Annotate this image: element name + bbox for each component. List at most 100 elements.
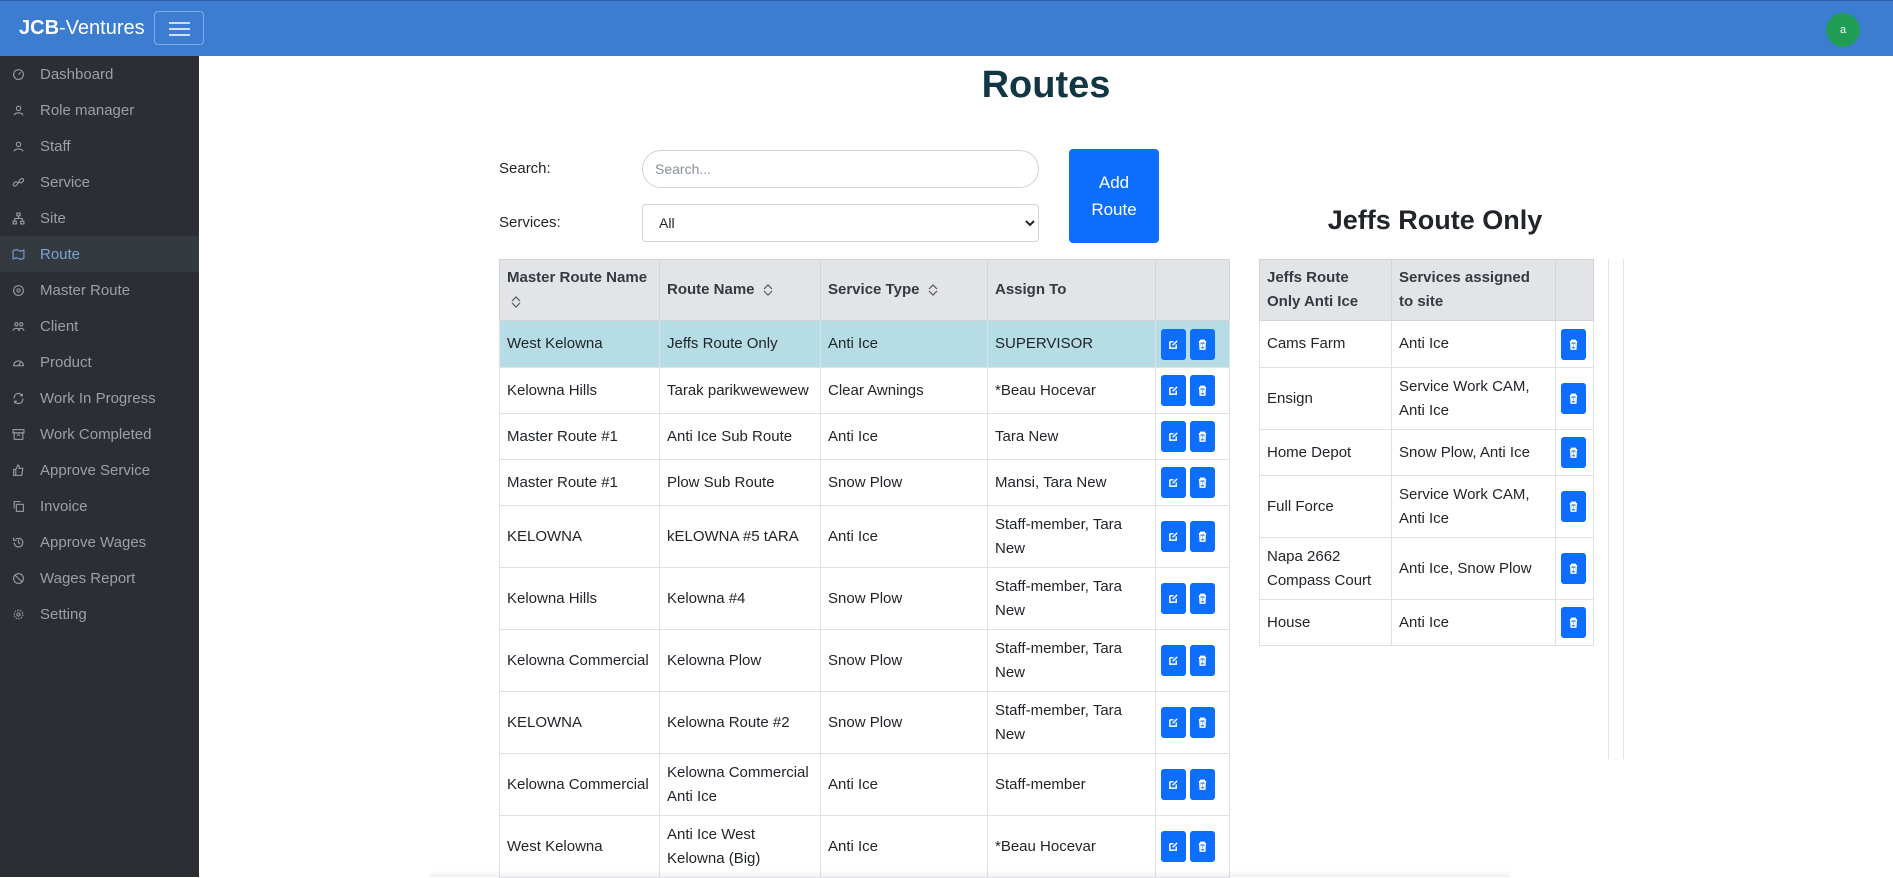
gear-icon <box>13 609 24 619</box>
avatar[interactable]: a <box>1826 13 1860 47</box>
sidebar-item-label: Invoice <box>40 497 88 515</box>
sort-icon <box>763 284 773 296</box>
cell-route: Kelowna Commercial Anti Ice <box>659 753 821 816</box>
top-navbar: JCB-Ventures a <box>0 0 1893 56</box>
add-route-button[interactable]: Add Route <box>1069 149 1159 243</box>
menu-toggle-button[interactable] <box>154 11 204 45</box>
table-row[interactable]: West Kelowna Jeffs Route Only Anti Ice SUPE… <box>499 320 1230 368</box>
row-actions <box>1155 505 1230 568</box>
sidebar-item-label: Wages Report <box>40 569 136 587</box>
edit-button[interactable] <box>1161 375 1186 406</box>
delete-button[interactable] <box>1190 831 1215 862</box>
table-row: Home Depot Snow Plow, Anti Ice <box>1259 429 1594 476</box>
table-row[interactable]: West Kelowna Anti Ice West Kelowna (Big) A… <box>499 815 1230 878</box>
sidebar-item-site[interactable]: Site <box>0 200 199 236</box>
delete-button[interactable] <box>1561 553 1586 584</box>
table-row[interactable]: Master Route #1 Plow Sub Route Snow Plow Ma… <box>499 459 1230 506</box>
user-icon <box>13 141 24 152</box>
sidebar-item-label: Service <box>40 173 91 191</box>
sidebar-item-label: Role manager <box>40 101 135 119</box>
cell-route: Jeffs Route Only <box>659 320 821 368</box>
sidebar-item-work-in-progress[interactable]: Work In Progress <box>0 380 199 416</box>
row-actions <box>1555 367 1594 430</box>
cell-service: Anti Ice <box>820 505 988 568</box>
column-header-master-route[interactable]: Master Route Name <box>499 259 660 321</box>
delete-button[interactable] <box>1190 769 1215 800</box>
table-row[interactable]: Master Route #1 Anti Ice Sub Route Anti Ic… <box>499 413 1230 460</box>
sidebar-item-work-completed[interactable]: Work Completed <box>0 416 199 452</box>
cell-assign: *Beau Hocevar <box>987 367 1156 414</box>
edit-button[interactable] <box>1161 645 1186 676</box>
delete-button[interactable] <box>1190 375 1215 406</box>
cell-service: Snow Plow <box>820 629 988 692</box>
sidebar-item-route[interactable]: Route <box>0 236 199 272</box>
table-row[interactable]: Kelowna Hills Kelowna #4 Snow Plow Staff-me… <box>499 567 1230 630</box>
brand-logo[interactable]: JCB-Ventures <box>19 17 145 40</box>
sidebar-item-approve-wages[interactable]: Approve Wages <box>0 524 199 560</box>
table-row[interactable]: Kelowna Commercial Kelowna Plow Snow Plow S… <box>499 629 1230 692</box>
row-actions <box>1155 753 1230 816</box>
table-row: Cams Farm Anti Ice <box>1259 320 1594 368</box>
sidebar-item-label: Master Route <box>40 281 131 299</box>
column-header-assign-to: Assign To <box>987 259 1156 321</box>
row-actions <box>1155 459 1230 506</box>
edit-button[interactable] <box>1161 831 1186 862</box>
delete-button[interactable] <box>1190 328 1215 360</box>
row-actions <box>1555 429 1594 476</box>
delete-button[interactable] <box>1561 383 1586 414</box>
dashboard-icon <box>13 68 24 80</box>
edit-button[interactable] <box>1161 583 1186 614</box>
sitemap-icon <box>12 212 25 224</box>
sidebar-item-invoice[interactable]: Invoice <box>0 488 199 524</box>
delete-button[interactable] <box>1190 521 1215 552</box>
delete-button[interactable] <box>1561 607 1586 638</box>
edit-button[interactable] <box>1161 707 1186 738</box>
table-row[interactable]: KELOWNA kELOWNA #5 tARA Anti Ice Staff-memb… <box>499 505 1230 568</box>
sidebar-item-label: Work In Progress <box>40 389 156 407</box>
column-header-route-name[interactable]: Route Name <box>659 259 821 321</box>
delete-button[interactable] <box>1190 583 1215 614</box>
sidebar-item-staff[interactable]: Staff <box>0 128 199 164</box>
cell-route: Kelowna Route #2 <box>659 691 821 754</box>
delete-button[interactable] <box>1561 328 1586 360</box>
sidebar-item-service[interactable]: Service <box>0 164 199 200</box>
edit-button[interactable] <box>1161 521 1186 552</box>
sidebar-item-wages-report[interactable]: Wages Report <box>0 560 199 596</box>
search-input[interactable] <box>642 150 1039 188</box>
edit-button[interactable] <box>1161 328 1186 360</box>
sidebar-item-approve-service[interactable]: Approve Service <box>0 452 199 488</box>
sidebar-item-role-manager[interactable]: Role manager <box>0 92 199 128</box>
sidebar-item-label: Work Completed <box>40 425 152 443</box>
thumbs-up-icon <box>13 464 24 476</box>
copy-icon <box>13 500 24 512</box>
cell-master: Kelowna Commercial <box>499 753 660 816</box>
delete-button[interactable] <box>1190 467 1215 498</box>
page-footer-shadow <box>430 870 1510 877</box>
edit-button[interactable] <box>1161 467 1186 498</box>
edit-button[interactable] <box>1161 421 1186 452</box>
edit-button[interactable] <box>1161 769 1186 800</box>
delete-button[interactable] <box>1190 645 1215 676</box>
sidebar-item-master-route[interactable]: Master Route <box>0 272 199 308</box>
user-icon <box>13 105 24 116</box>
sidebar-item-setting[interactable]: Setting <box>0 596 199 632</box>
sidebar-item-dashboard[interactable]: Dashboard <box>0 56 199 92</box>
cell-site: Cams Farm <box>1259 320 1392 368</box>
link-icon <box>12 177 25 187</box>
row-actions <box>1155 629 1230 692</box>
column-header-service-type[interactable]: Service Type <box>820 259 988 321</box>
table-row[interactable]: KELOWNA Kelowna Route #2 Snow Plow Staff-me… <box>499 691 1230 754</box>
services-select[interactable]: All <box>642 204 1039 242</box>
delete-button[interactable] <box>1561 437 1586 468</box>
delete-button[interactable] <box>1190 421 1215 452</box>
table-row[interactable]: Kelowna Hills Tarak parikwewewew Clear Awn… <box>499 367 1230 414</box>
sidebar-item-client[interactable]: Client <box>0 308 199 344</box>
ban-icon <box>13 572 24 584</box>
cell-service: Snow Plow <box>820 567 988 630</box>
table-row[interactable]: Kelowna Commercial Kelowna Commercial Ant… <box>499 753 1230 816</box>
cell-master: KELOWNA <box>499 691 660 754</box>
map-icon <box>12 248 25 260</box>
delete-button[interactable] <box>1190 707 1215 738</box>
sidebar-item-product[interactable]: Product <box>0 344 199 380</box>
delete-button[interactable] <box>1561 491 1586 522</box>
